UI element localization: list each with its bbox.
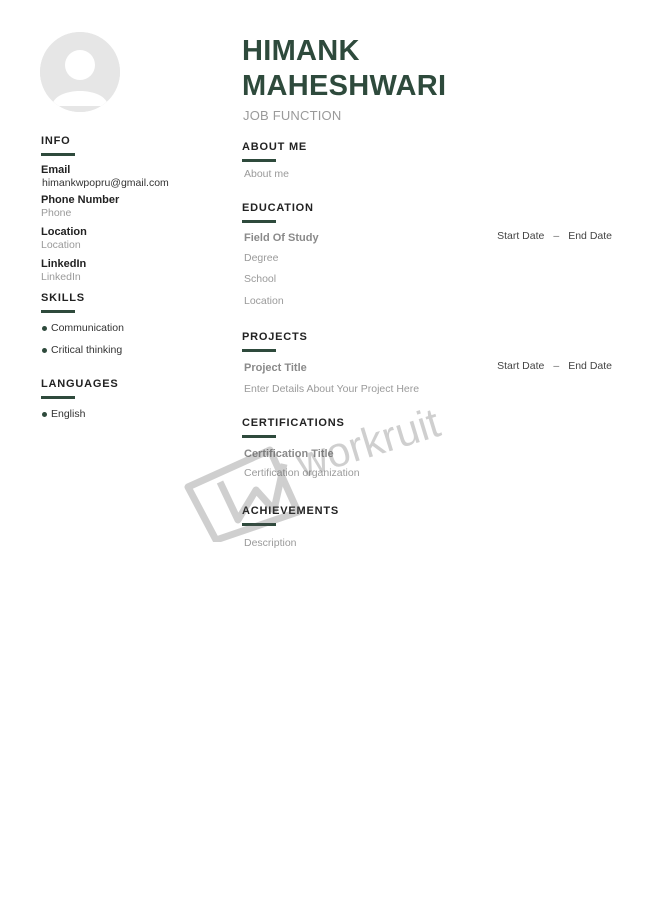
skill-item: Critical thinking [41, 343, 221, 357]
info-section: INFO Email himankwpopru@gmail.com Phone … [41, 134, 221, 284]
phone-block: Phone Number Phone [41, 194, 221, 220]
date-separator: – [553, 360, 560, 372]
certifications-section: CERTIFICATIONS Certification Title Certi… [242, 416, 614, 480]
achievements-underline [242, 523, 276, 526]
bullet-icon [42, 347, 47, 353]
education-heading: EDUCATION [242, 202, 314, 214]
linkedin-block: LinkedIn LinkedIn [41, 258, 221, 284]
bullet-icon [42, 325, 47, 331]
phone-value: Phone [41, 207, 72, 219]
projects-section: PROJECTS Project Title Start Date – End Da… [242, 330, 614, 396]
education-dates: Start Date – End Date [497, 230, 612, 242]
certification-organization: Certification organization [244, 467, 360, 479]
certifications-underline [242, 435, 276, 438]
education-section: EDUCATION Field Of Study Start Date – End … [242, 201, 614, 308]
skills-underline [41, 310, 75, 313]
skill-label: Communication [51, 322, 124, 334]
education-school: School [244, 273, 277, 285]
certification-title: Certification Title [244, 448, 334, 460]
education-start-date: Start Date [497, 230, 545, 242]
skill-item: Communication [41, 321, 221, 335]
email-block: Email himankwpopru@gmail.com [41, 164, 221, 190]
user-silhouette-icon [40, 32, 120, 112]
location-block: Location Location [41, 226, 221, 252]
achievement-description: Description [244, 537, 297, 549]
left-column: INFO Email himankwpopru@gmail.com Phone … [41, 134, 221, 421]
job-function: JOB FUNCTION [243, 108, 342, 123]
phone-label: Phone Number [41, 194, 120, 206]
avatar [40, 32, 120, 112]
info-heading: INFO [41, 135, 71, 147]
education-underline [242, 220, 276, 223]
about-section: ABOUT ME About me [242, 140, 614, 181]
projects-heading: PROJECTS [242, 331, 308, 343]
about-underline [242, 159, 276, 162]
candidate-name: HIMANK MAHESHWARI [242, 34, 446, 104]
resume-page: INFO Email himankwpopru@gmail.com Phone … [0, 0, 654, 917]
skills-heading: SKILLS [41, 292, 85, 304]
email-value: himankwpopru@gmail.com [42, 177, 169, 189]
location-value: Location [41, 239, 81, 251]
achievements-heading: ACHIEVEMENTS [242, 505, 339, 517]
certifications-heading: CERTIFICATIONS [242, 417, 345, 429]
name-first: HIMANK [242, 35, 360, 67]
education-degree: Degree [244, 252, 279, 264]
about-text: About me [244, 168, 289, 180]
skill-label: Critical thinking [51, 344, 123, 356]
project-details: Enter Details About Your Project Here [244, 383, 420, 395]
language-label: English [51, 408, 86, 420]
languages-section: LANGUAGES English [41, 377, 221, 421]
languages-heading: LANGUAGES [41, 378, 119, 390]
about-heading: ABOUT ME [242, 141, 308, 153]
project-end-date: End Date [568, 360, 612, 372]
achievements-section: ACHIEVEMENTS Description [242, 504, 614, 550]
name-last: MAHESHWARI [242, 70, 447, 102]
language-item: English [41, 407, 221, 421]
location-label: Location [41, 226, 87, 238]
project-dates: Start Date – End Date [497, 360, 612, 372]
info-underline [41, 153, 75, 156]
languages-underline [41, 396, 75, 399]
education-end-date: End Date [568, 230, 612, 242]
skills-section: SKILLS Communication Critical thinking [41, 291, 221, 357]
education-location: Location [244, 295, 284, 307]
date-separator: – [553, 230, 560, 242]
project-start-date: Start Date [497, 360, 545, 372]
projects-underline [242, 349, 276, 352]
email-label: Email [41, 164, 71, 176]
bullet-icon [42, 411, 47, 417]
linkedin-value: LinkedIn [41, 271, 81, 283]
linkedin-label: LinkedIn [41, 258, 87, 270]
